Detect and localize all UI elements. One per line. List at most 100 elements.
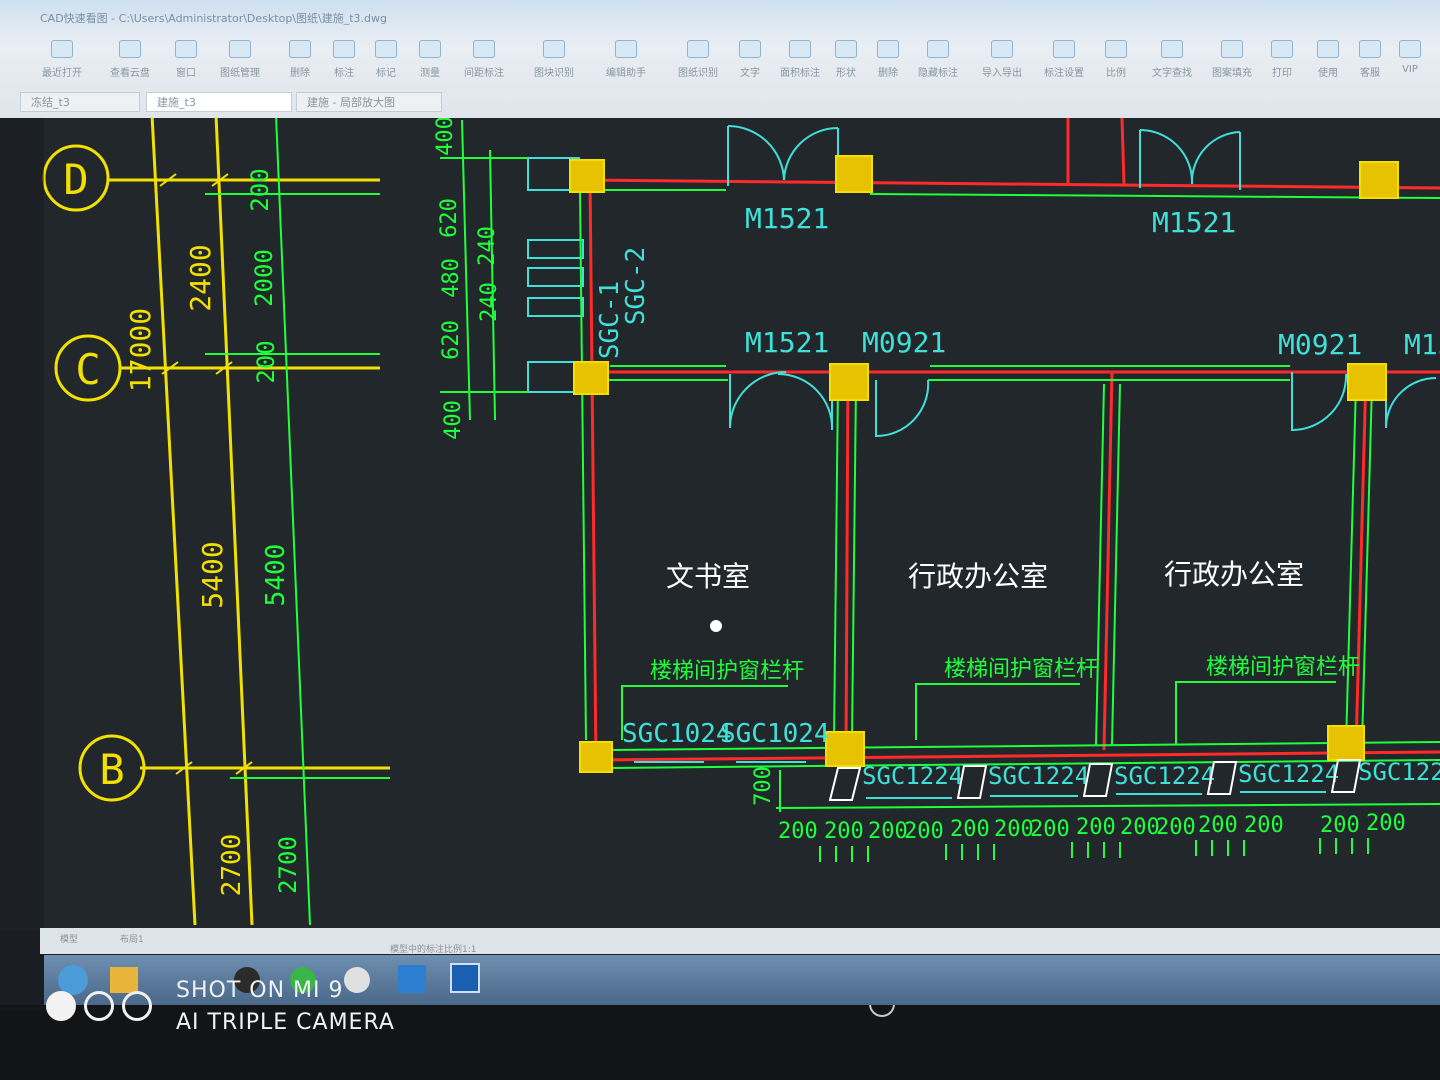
svg-text:B: B — [99, 745, 124, 794]
tool-annotation-settings[interactable]: 标注设置 — [1034, 40, 1094, 79]
tool-drawing-manage[interactable]: 图纸管理 — [210, 40, 270, 79]
tool-cloud[interactable]: 查看云盘 — [100, 40, 160, 79]
room-label-archive: 文书室 — [666, 560, 750, 593]
watermark-line-1: SHOT ON MI 9 — [176, 978, 344, 1003]
hatch-icon — [1221, 40, 1243, 58]
tab-doc-3[interactable]: 建施 - 局部放大图 — [296, 92, 442, 112]
door-label-m1521-b: M1521 — [1152, 206, 1236, 239]
door-label-m1521-c: M1521 — [745, 326, 829, 359]
window-dim-240-a: 240 — [475, 226, 500, 266]
layers-icon — [229, 40, 251, 58]
door-label-m0921-a: M0921 — [862, 326, 946, 359]
window-label-sgc1224-c: SGC1224 — [1114, 762, 1215, 790]
hand-cursor-icon — [710, 620, 722, 632]
tool-text-find[interactable]: 文字查找 — [1142, 40, 1202, 79]
dim-green-200-top: 200 — [246, 168, 274, 211]
annotate-icon — [333, 40, 355, 58]
status-hint: 模型中的标注比例1:1 — [390, 945, 477, 955]
scale-icon — [1105, 40, 1127, 58]
cad-drawing-canvas[interactable]: D C B 17000 2400 5400 2700 200 2000 200 … — [0, 0, 1440, 1080]
svg-text:200: 200 — [1366, 811, 1406, 836]
print-icon — [1271, 40, 1293, 58]
text-icon — [739, 40, 761, 58]
rail-note-b: 楼梯间护窗栏杆 — [944, 657, 1098, 682]
svg-text:200: 200 — [1320, 813, 1360, 838]
user-icon — [1317, 40, 1339, 58]
svg-text:200: 200 — [1156, 815, 1196, 840]
tool-scale[interactable]: 比例 — [1086, 40, 1146, 79]
watermark-dot-filled-icon — [46, 991, 76, 1021]
tool-block-recognize[interactable]: 图块识别 — [524, 40, 584, 79]
tool-measure[interactable]: 测量 — [400, 40, 460, 79]
watermark-dot-icon — [84, 991, 114, 1021]
folder-icon — [51, 40, 73, 58]
window-label-sgc1224-d: SGC1224 — [1238, 760, 1339, 788]
window-label-sgc1224-e: SGC1224 — [1358, 758, 1440, 786]
svg-text:200: 200 — [1244, 813, 1284, 838]
text-app-icon[interactable] — [398, 965, 426, 993]
window-tag-sgc2: SGC-2 — [621, 247, 651, 325]
svg-text:C: C — [75, 345, 100, 394]
tool-drawing-recognize[interactable]: 图纸识别 — [668, 40, 728, 79]
svg-text:200: 200 — [1076, 815, 1116, 840]
dim-total-17000: 17000 — [124, 308, 157, 392]
tool-recent-open[interactable]: 最近打开 — [32, 40, 92, 79]
room-label-admin-office-b: 行政办公室 — [1164, 558, 1304, 591]
layout-tab[interactable]: 布局1 — [120, 932, 144, 945]
tool-window[interactable]: 窗口 — [156, 40, 216, 79]
tool-spacing-dim[interactable]: 间距标注 — [454, 40, 514, 79]
settings-icon — [1053, 40, 1075, 58]
window-label-sgc1024-b: SGC1024 — [720, 719, 830, 749]
monitor-screen: D C B 17000 2400 5400 2700 200 2000 200 … — [0, 0, 1440, 1080]
support-icon — [1359, 40, 1381, 58]
svg-text:200: 200 — [1030, 817, 1070, 842]
window-title: CAD快速看图 - C:\Users\Administrator\Desktop… — [40, 12, 387, 25]
room-label-admin-office-a: 行政办公室 — [908, 560, 1048, 593]
app-icon[interactable] — [344, 967, 370, 993]
dim-cb-5400: 5400 — [196, 541, 229, 608]
watermark-dot-icon — [122, 991, 152, 1021]
recognize-icon — [687, 40, 709, 58]
window-label-sgc1024-a: SGC1024 — [622, 719, 732, 749]
window-dim-620-b: 620 — [439, 320, 464, 360]
window-dim-240-b: 240 — [477, 282, 502, 322]
window-label-sgc1224-b: SGC1224 — [988, 762, 1089, 790]
tool-edit-helper[interactable]: 编辑助手 — [596, 40, 656, 79]
svg-text:200: 200 — [904, 819, 944, 844]
window-dim-400-bottom: 400 — [441, 400, 466, 440]
shape-icon — [835, 40, 857, 58]
dim-700: 700 — [751, 766, 776, 806]
tab-doc-1[interactable]: 冻结_t3 — [20, 92, 140, 112]
area-icon — [789, 40, 811, 58]
vip-icon — [1399, 40, 1421, 58]
ruler-icon — [419, 40, 441, 58]
tool-import-export[interactable]: 导入导出 — [972, 40, 1032, 79]
import-export-icon — [991, 40, 1013, 58]
dim-green-2700: 2700 — [274, 836, 302, 894]
door-label-m1521-a: M1521 — [745, 202, 829, 235]
tab-doc-2[interactable]: 建施_t3 — [146, 92, 292, 112]
explorer-icon[interactable] — [110, 967, 138, 993]
svg-text:200: 200 — [950, 817, 990, 842]
svg-text:200: 200 — [1198, 813, 1238, 838]
rail-note-a: 楼梯间护窗栏杆 — [650, 659, 804, 684]
window-icon — [175, 40, 197, 58]
window-dim-480: 480 — [439, 258, 464, 298]
tool-vip[interactable]: VIP — [1380, 40, 1440, 75]
cloud-icon — [119, 40, 141, 58]
model-tab[interactable]: 模型 — [60, 932, 78, 945]
dim-green-5400: 5400 — [261, 544, 291, 607]
monitor-left-edge — [0, 110, 44, 1010]
dim-dc-2400: 2400 — [184, 244, 217, 311]
rail-note-c: 楼梯间护窗栏杆 — [1206, 655, 1360, 680]
mark-icon — [375, 40, 397, 58]
eraser-icon — [877, 40, 899, 58]
window-label-sgc1224-a: SGC1224 — [862, 762, 963, 790]
status-bar: 模型 布局1 模型中的标注比例1:1 — [40, 928, 1440, 955]
tool-hide-annotation[interactable]: 隐藏标注 — [908, 40, 968, 79]
eye-icon — [927, 40, 949, 58]
window-dim-620-a: 620 — [437, 198, 462, 238]
svg-text:200: 200 — [1120, 815, 1160, 840]
svg-text:200: 200 — [778, 819, 818, 844]
cad-app-icon[interactable] — [450, 963, 480, 993]
